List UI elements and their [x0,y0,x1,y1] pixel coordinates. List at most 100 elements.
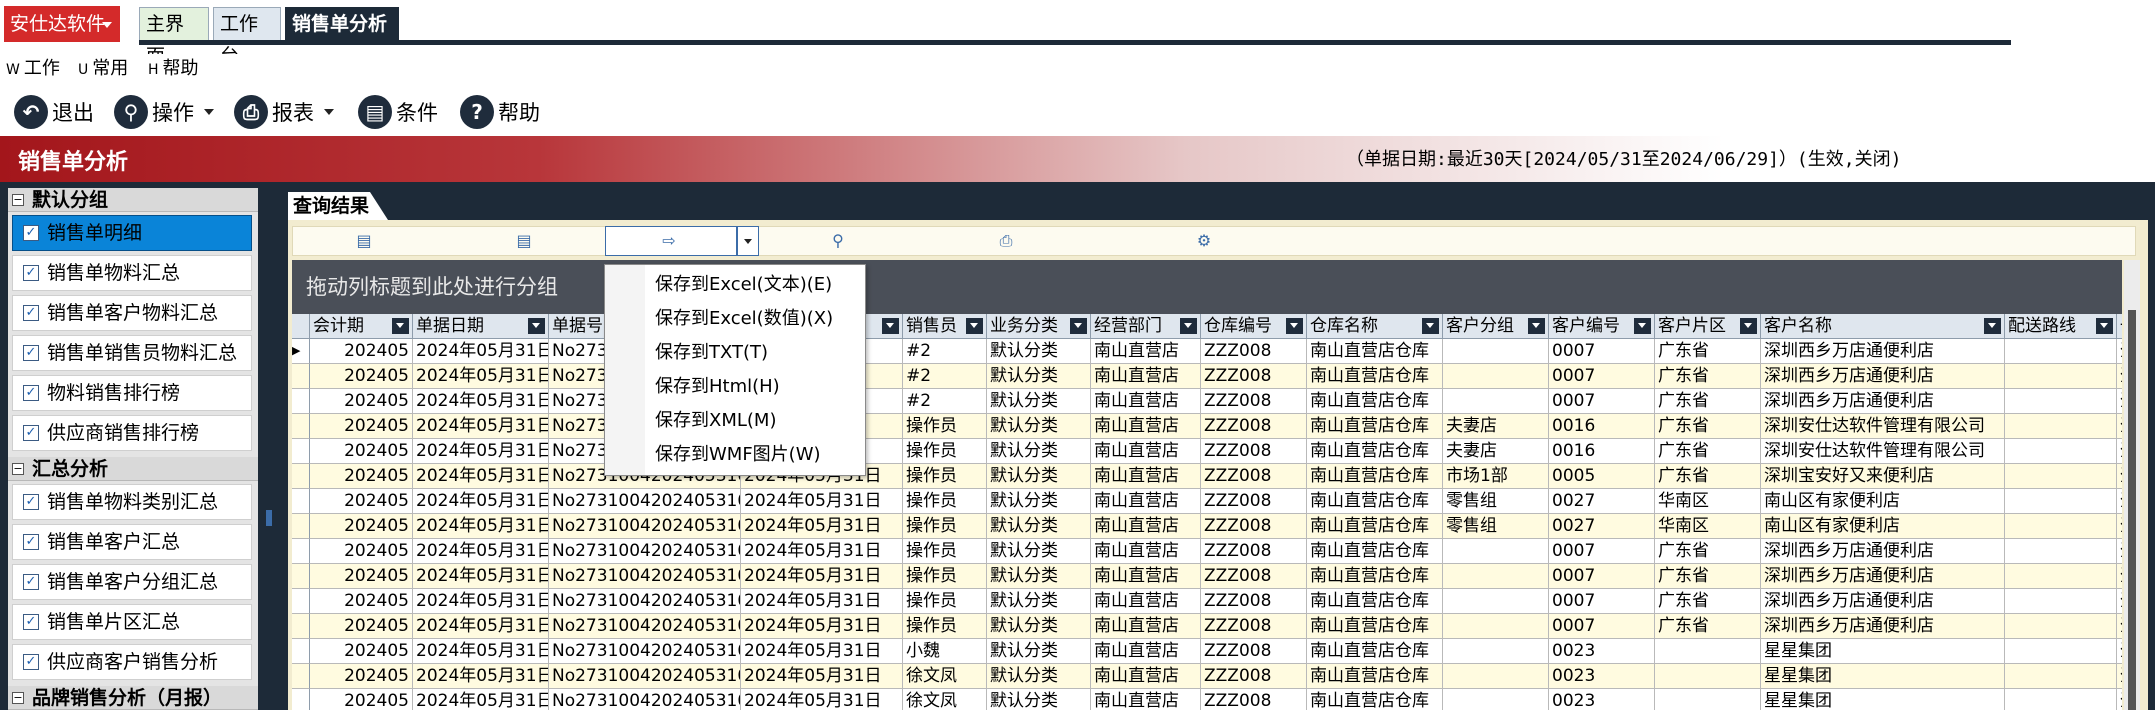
filter-dropdown-icon[interactable] [882,318,899,334]
menu-help[interactable]: H 帮助 [148,56,199,82]
operate-button[interactable]: ⚲ 操作 [114,94,214,130]
column-header[interactable]: 仓库名称 [1307,314,1443,339]
filter-dropdown-icon[interactable] [392,318,409,334]
analysis-item[interactable]: ✓ 供应商客户销售分析 [12,644,252,680]
analysis-item[interactable]: ✓ 供应商销售排行榜 [12,415,252,451]
checkbox-icon[interactable]: ✓ [23,225,39,241]
checkbox-icon[interactable]: ✓ [23,614,39,630]
table-row[interactable]: 202405 2024年05月31日 No27310 #2 默认分类 南山直营店 ZZZ00… [292,389,2122,414]
row-selector[interactable] [292,364,310,389]
vertical-scrollbar[interactable] [2124,260,2140,710]
column-header[interactable]: 客户编号 [1549,314,1655,339]
row-selector[interactable]: ▶ [292,339,310,364]
expand-icon[interactable]: ▤ [355,232,373,250]
collapse-icon[interactable]: − [12,194,24,206]
report-button[interactable]: ⎙ 报表 [234,94,334,130]
tab-query-result[interactable]: 查询结果 [288,192,370,220]
table-row[interactable]: 2024052024年05月31日No273100420240531004202… [292,464,2122,489]
export-dropdown-button[interactable] [737,226,759,256]
printer-icon[interactable]: ⎙ [997,232,1015,250]
export-menu-item[interactable]: 保存到TXT(T) [655,336,768,370]
table-row[interactable]: 202405 2024年05月31日No273100420240531011202… [292,589,2122,614]
brand-menu-button[interactable]: 安仕达软件 [4,6,120,42]
table-row[interactable]: ▶ 202405 2024年05月31日 No27310 #2 默认分类 南山直营店 ZZZ0… [292,339,2122,364]
filter-dropdown-icon[interactable] [1740,318,1757,334]
panel-splitter[interactable] [262,182,276,710]
column-header[interactable]: 单据日期 [413,314,549,339]
table-row[interactable]: 202405 2024年05月31日No273100420240531007202… [292,564,2122,589]
row-selector[interactable] [292,514,310,539]
menu-work[interactable]: W 工作 [6,56,60,82]
filter-dropdown-icon[interactable] [1984,318,2001,334]
export-menu-item[interactable]: 保存到WMF图片(W) [655,438,821,472]
export-menu-item[interactable]: 保存到Html(H) [655,370,780,404]
row-selector[interactable] [292,564,310,589]
filter-dropdown-icon[interactable] [1528,318,1545,334]
menu-common[interactable]: U 常用 [78,56,128,82]
checkbox-icon[interactable]: ✓ [23,345,39,361]
tab-main[interactable]: 主界面 [139,7,209,67]
table-row[interactable]: 202405 2024年05月31日No273100420240531011202… [292,614,2122,639]
row-selector[interactable] [292,664,310,689]
row-selector[interactable] [292,689,310,710]
analysis-item[interactable]: ✓ 销售单客户汇总 [12,524,252,560]
checkbox-icon[interactable]: ✓ [23,305,39,321]
column-header[interactable]: 会计期 [310,314,413,339]
row-selector[interactable] [292,589,310,614]
filter-dropdown-icon[interactable] [1422,318,1439,334]
row-selector[interactable] [292,489,310,514]
tab-sales-analysis[interactable]: 销售单分析 [285,7,399,41]
analysis-item[interactable]: ✓ 物料销售排行榜 [12,375,252,411]
analysis-item[interactable]: ✓ 销售单片区汇总 [12,604,252,640]
tab-workbench[interactable]: 工作台 [213,7,281,67]
table-row[interactable]: 202405 2024年05月31日No273100420240531006202… [292,489,2122,514]
filter-dropdown-icon[interactable] [1634,318,1651,334]
filter-dropdown-icon[interactable] [966,318,983,334]
filter-dropdown-icon[interactable] [2096,318,2113,334]
table-row[interactable]: 202405 2024年05月31日 No27310 #2 默认分类 南山直营店 ZZZ00… [292,364,2122,389]
group-header[interactable]: − 默认分组 [8,188,258,212]
checkbox-icon[interactable]: ✓ [23,574,39,590]
group-header[interactable]: − 汇总分析 [8,457,258,481]
export-menu-item[interactable]: 保存到Excel(数值)(X) [655,302,833,336]
group-by-area[interactable]: 拖动列标题到此处进行分组 [292,260,2122,314]
row-selector[interactable] [292,614,310,639]
analysis-item[interactable]: ✓ 销售单客户物料汇总 [12,295,252,331]
analysis-item[interactable]: ✓ 销售单物料汇总 [12,255,252,291]
help-button[interactable]: ? 帮助 [460,94,540,130]
analysis-item[interactable]: ✓ 销售单销售员物料汇总 [12,335,252,371]
condition-button[interactable]: ▤ 条件 [358,94,438,130]
table-row[interactable]: 202405 2024年05月31日No273100420240531006202… [292,514,2122,539]
row-selector[interactable] [292,414,310,439]
splitter-grip-icon[interactable] [266,510,272,526]
column-header[interactable]: 客户分组 [1443,314,1549,339]
table-row[interactable]: 202405 2024年05月31日No273100420240531012202… [292,664,2122,689]
gear-icon[interactable]: ⚙ [1195,232,1213,250]
row-selector[interactable] [292,389,310,414]
column-header[interactable]: 客户名称 [1761,314,2005,339]
scrollbar-thumb[interactable] [2128,310,2136,710]
exit-button[interactable]: ↶ 退出 [14,94,94,130]
analysis-item[interactable]: ✓ 销售单明细 [12,215,252,251]
filter-dropdown-icon[interactable] [1286,318,1303,334]
collapse-icon[interactable]: − [12,463,24,475]
preview-icon[interactable]: ⚲ [829,232,847,250]
column-header[interactable]: 配送路线 [2005,314,2117,339]
group-header[interactable]: − 品牌销售分析（月报） [8,686,258,710]
analysis-item[interactable]: ✓ 销售单客户分组汇总 [12,564,252,600]
table-row[interactable]: 202405 2024年05月31日 No27310 操作员 默认分类 南山直营店 ZZZ0… [292,414,2122,439]
column-header[interactable]: 经营部门 [1091,314,1201,339]
row-selector[interactable] [292,639,310,664]
checkbox-icon[interactable]: ✓ [23,385,39,401]
analysis-item[interactable]: ✓ 销售单物料类别汇总 [12,484,252,520]
collapse-icon[interactable]: ▤ [515,232,533,250]
export-button[interactable]: ⇨ [605,226,737,256]
row-selector[interactable] [292,464,310,489]
checkbox-icon[interactable]: ✓ [23,654,39,670]
checkbox-icon[interactable]: ✓ [23,425,39,441]
filter-dropdown-icon[interactable] [528,318,545,334]
export-menu-item[interactable]: 保存到Excel(文本)(E) [655,268,832,302]
column-header[interactable]: 客户片区 [1655,314,1761,339]
filter-dropdown-icon[interactable] [1180,318,1197,334]
column-chooser-icon[interactable] [292,314,310,339]
